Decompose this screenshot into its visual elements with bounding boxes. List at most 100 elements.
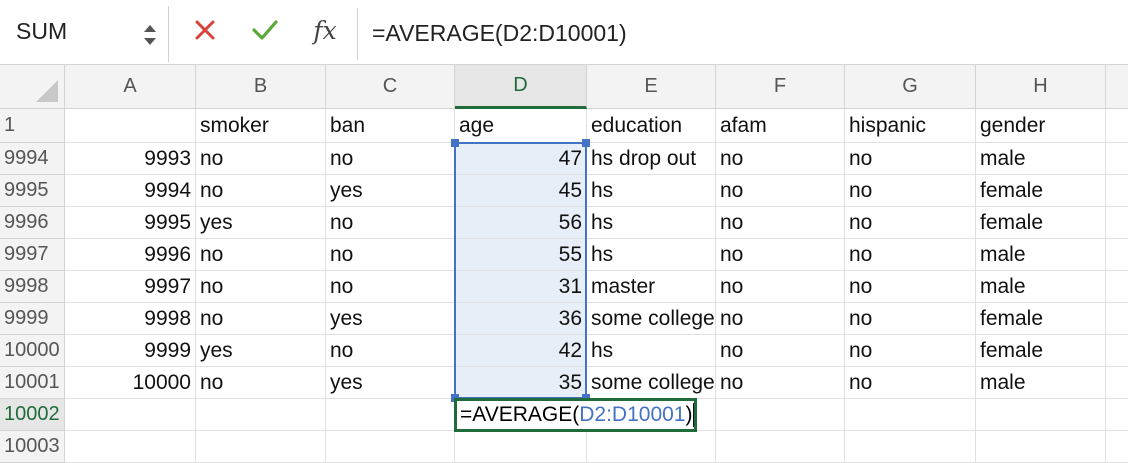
cell-a-9995[interactable]: 9994 [65,175,196,207]
cell-a-9997[interactable]: 9996 [65,239,196,271]
cell-e-10000[interactable]: hs [587,335,716,367]
cell-e-9998[interactable]: master [587,271,716,303]
cell-d-10003[interactable] [455,431,587,463]
cell-f-9994[interactable]: no [716,143,845,175]
cell-g-9996[interactable]: no [845,207,976,239]
row-header[interactable]: 10000 [0,335,65,367]
cell-g-1[interactable]: hispanic [845,109,976,143]
cell-d-9997[interactable]: 55 [455,239,587,271]
cell-f-9998[interactable]: no [716,271,845,303]
cell-b-10003[interactable] [196,431,326,463]
cell-f-9995[interactable]: no [716,175,845,207]
cell-a-10002[interactable] [65,399,196,431]
cell-f-9999[interactable]: no [716,303,845,335]
cell-f-10003[interactable] [716,431,845,463]
cell-f-9996[interactable]: no [716,207,845,239]
cell-c-10003[interactable] [326,431,455,463]
cell-h-9997[interactable]: male [976,239,1106,271]
cell-b-9996[interactable]: yes [196,207,326,239]
cell-e-10001[interactable]: some college [587,367,716,399]
cell-e-1[interactable]: education [587,109,716,143]
cell-g-10002[interactable] [845,399,976,431]
cell-c-9995[interactable]: yes [326,175,455,207]
cell-c-9997[interactable]: no [326,239,455,271]
cell-f-10000[interactable]: no [716,335,845,367]
cell-g-9994[interactable]: no [845,143,976,175]
column-header-b[interactable]: B [196,65,326,109]
cell-b-9999[interactable]: no [196,303,326,335]
row-header[interactable]: 9996 [0,207,65,239]
cell-c-10001[interactable]: yes [326,367,455,399]
row-header[interactable]: 10001 [0,367,65,399]
cell-b-1[interactable]: smoker [196,109,326,143]
column-header-f[interactable]: F [716,65,845,109]
formula-input[interactable]: =AVERAGE(D2:D10001) [372,20,627,47]
cell-b-10001[interactable]: no [196,367,326,399]
cell-b-9995[interactable]: no [196,175,326,207]
cell-g-9999[interactable]: no [845,303,976,335]
cell-c-9998[interactable]: no [326,271,455,303]
row-header[interactable]: 9994 [0,143,65,175]
cell-a-9996[interactable]: 9995 [65,207,196,239]
cell-d-9994[interactable]: 47 [455,143,587,175]
cell-d-10000[interactable]: 42 [455,335,587,367]
cell-h-10000[interactable]: female [976,335,1106,367]
enter-button[interactable] [250,14,280,46]
cell-g-9995[interactable]: no [845,175,976,207]
cell-h-9996[interactable]: female [976,207,1106,239]
column-header-d[interactable]: D [455,65,587,109]
cell-f-9997[interactable]: no [716,239,845,271]
cell-c-10000[interactable]: no [326,335,455,367]
cell-d-9996[interactable]: 56 [455,207,587,239]
cancel-button[interactable] [190,14,220,46]
cell-g-10003[interactable] [845,431,976,463]
cell-h-9999[interactable]: female [976,303,1106,335]
cell-b-10002[interactable] [196,399,326,431]
column-header-h[interactable]: H [976,65,1106,109]
column-header-e[interactable]: E [587,65,716,109]
cell-e-9999[interactable]: some college [587,303,716,335]
cell-c-9994[interactable]: no [326,143,455,175]
cell-a-9998[interactable]: 9997 [65,271,196,303]
row-header[interactable]: 10003 [0,431,65,463]
column-header-g[interactable]: G [845,65,976,109]
name-box[interactable]: SUM [0,6,169,62]
cell-g-9998[interactable]: no [845,271,976,303]
cell-a-10003[interactable] [65,431,196,463]
cell-b-9997[interactable]: no [196,239,326,271]
cell-d-9998[interactable]: 31 [455,271,587,303]
cell-h-9995[interactable]: female [976,175,1106,207]
cell-a-1[interactable] [65,109,196,143]
name-box-value[interactable]: SUM [16,18,67,45]
cell-e-9997[interactable]: hs [587,239,716,271]
cell-c-9996[interactable]: no [326,207,455,239]
cell-e-10003[interactable] [587,431,716,463]
cell-f-1[interactable]: afam [716,109,845,143]
active-cell-editor[interactable]: =AVERAGE(D2:D10001) [454,398,698,432]
cell-e-9994[interactable]: hs drop out [587,143,716,175]
cell-h-9994[interactable]: male [976,143,1106,175]
cell-a-10001[interactable]: 10000 [65,367,196,399]
insert-function-button[interactable]: fx [310,14,340,46]
cell-e-9996[interactable]: hs [587,207,716,239]
row-header[interactable]: 9997 [0,239,65,271]
cell-d-10001[interactable]: 35 [455,367,587,399]
cell-a-9999[interactable]: 9998 [65,303,196,335]
row-header[interactable]: 9999 [0,303,65,335]
cell-a-10000[interactable]: 9999 [65,335,196,367]
cell-g-9997[interactable]: no [845,239,976,271]
name-box-dropdown-icon[interactable] [140,22,160,48]
cell-b-9998[interactable]: no [196,271,326,303]
cell-f-10002[interactable] [716,399,845,431]
cell-h-10001[interactable]: male [976,367,1106,399]
cell-d-9999[interactable]: 36 [455,303,587,335]
cell-b-9994[interactable]: no [196,143,326,175]
cell-d-1[interactable]: age [455,109,587,143]
row-header[interactable]: 1 [0,109,65,143]
cell-f-10001[interactable]: no [716,367,845,399]
cell-c-9999[interactable]: yes [326,303,455,335]
row-header[interactable]: 9998 [0,271,65,303]
cell-c-10002[interactable] [326,399,455,431]
select-all-button[interactable] [0,65,65,109]
row-header[interactable]: 9995 [0,175,65,207]
